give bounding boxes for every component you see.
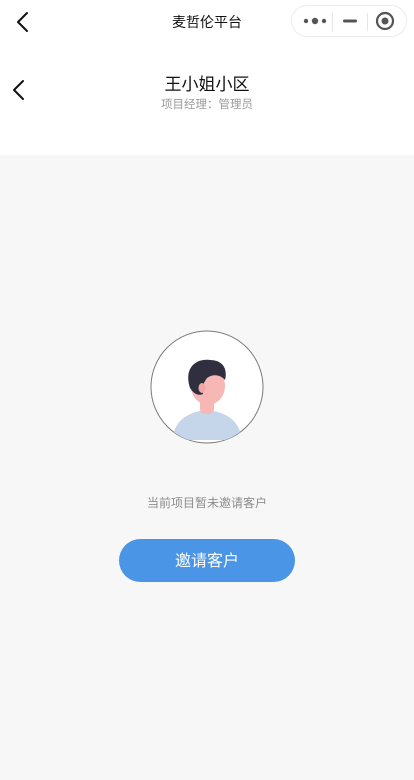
more-dots-icon [303,17,327,25]
target-close-icon [375,11,395,31]
page-header: 王小姐小区 项目经理：管理员 [0,44,414,155]
minimize-button[interactable] [334,6,366,36]
invite-customer-button[interactable]: 邀请客户 [119,539,295,582]
capsule-menu [291,5,407,37]
app-root: 麦哲伦平台 王小姐小区 项目经理：管理员 当前项目暂未邀请客户 邀请客户 [0,0,414,780]
capsule-divider [332,13,333,31]
user-avatar-illustration [150,330,264,444]
avatar-icon [150,330,264,444]
empty-state-message: 当前项目暂未邀请客户 [146,496,267,510]
more-button[interactable] [298,6,332,36]
minimize-icon [343,19,357,23]
project-title: 王小姐小区 [164,75,250,95]
project-manager-label: 项目经理：管理员 [161,97,253,111]
close-miniprogram-button[interactable] [368,6,404,36]
top-navbar: 麦哲伦平台 [0,0,414,44]
